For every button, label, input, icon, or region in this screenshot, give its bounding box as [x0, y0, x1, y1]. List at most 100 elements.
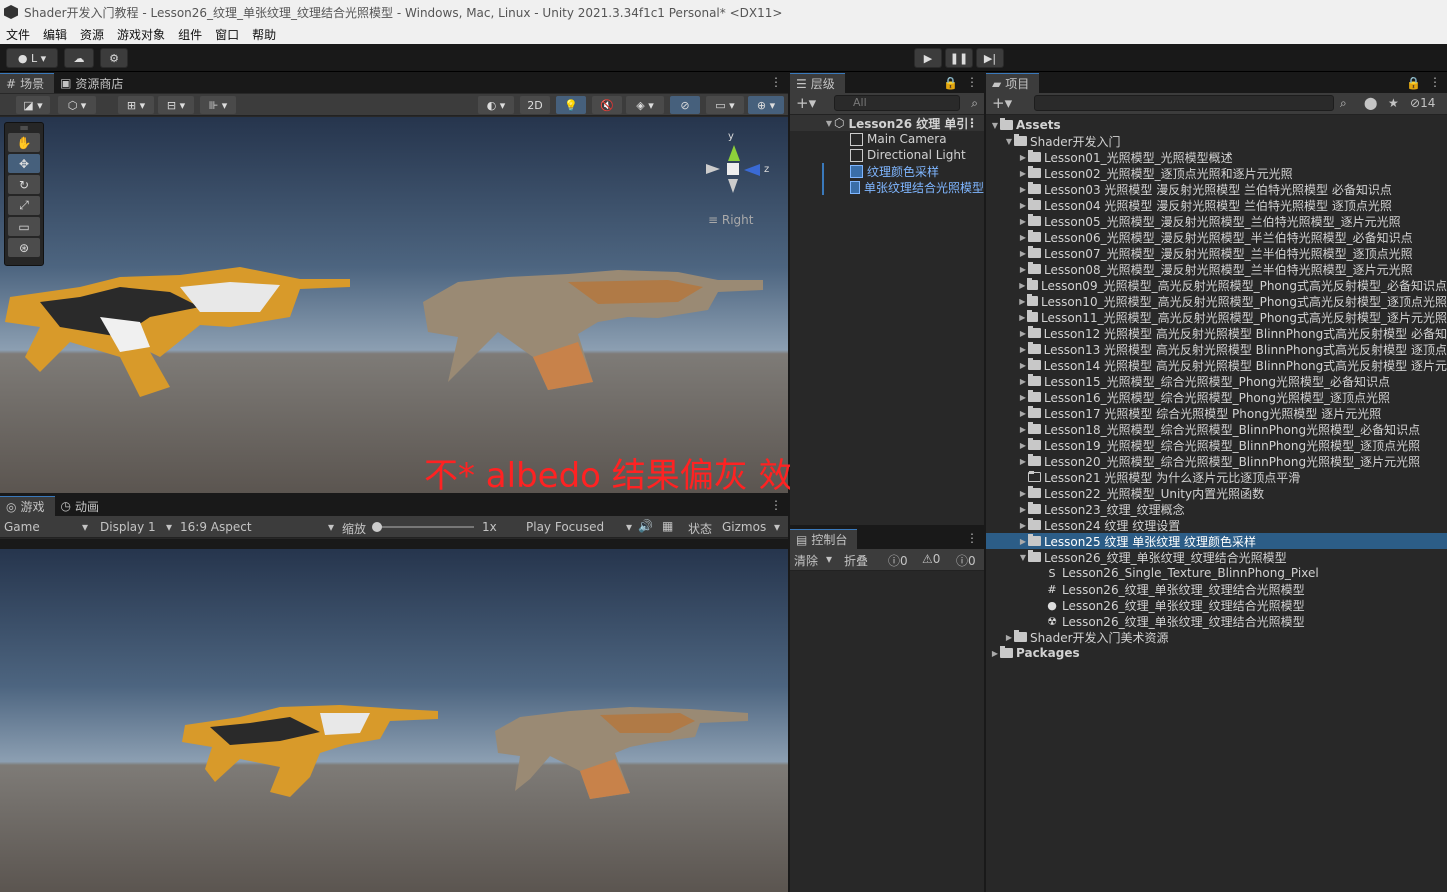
tree-lesson-row[interactable]: ▶ Lesson23_纹理_纹理概念	[986, 501, 1447, 517]
expand-arrow-icon[interactable]: ▶	[1018, 505, 1028, 514]
tree-lesson-row[interactable]: ▶ Lesson01_光照模型_光照模型概述	[986, 149, 1447, 165]
gizmos-scene-button[interactable]: ⊕ ▾	[748, 96, 784, 114]
expand-arrow-icon[interactable]: ▶	[1018, 249, 1028, 258]
game-viewport[interactable]	[0, 549, 788, 892]
scale-slider-thumb[interactable]	[372, 522, 382, 532]
create-asset-icon[interactable]: +▾	[992, 94, 1012, 112]
hierarchy-item[interactable]: 纹理颜色采样	[822, 163, 984, 179]
tab-asset-store[interactable]: ▣ 资源商店	[54, 73, 133, 93]
tree-lesson-row[interactable]: ▶ Lesson22_光照模型_Unity内置光照函数	[986, 485, 1447, 501]
tree-lesson-row[interactable]: ▶ Lesson25 纹理 单张纹理 纹理颜色采样	[986, 533, 1447, 549]
palette-handle[interactable]: ═	[8, 121, 40, 135]
render-mode-button[interactable]: ◐ ▾	[478, 96, 514, 114]
expand-arrow-icon[interactable]: ▶	[1018, 441, 1028, 450]
expand-arrow-icon[interactable]: ▶	[1018, 425, 1028, 434]
hierarchy-menu-icon[interactable]: ⋮	[966, 75, 978, 89]
scene-menu-icon[interactable]: ⋮	[966, 116, 978, 130]
tab-game[interactable]: ◎ 游戏	[0, 496, 55, 516]
tree-assets-row[interactable]: ▼ Assets	[986, 117, 1447, 133]
menu-window[interactable]: 窗口	[215, 26, 239, 43]
play-button[interactable]: ▶	[914, 48, 942, 68]
expand-arrow-icon[interactable]: ▼	[1004, 137, 1014, 146]
increment-snap-button[interactable]: ⊟ ▾	[158, 96, 194, 114]
tree-lesson-row[interactable]: ▶ Lesson13 光照模型 高光反射光照模型 BlinnPhong式高光反射模…	[986, 341, 1447, 357]
expand-arrow-icon[interactable]: ▶	[1018, 345, 1028, 354]
tree-asset-row[interactable]: ☢ Lesson26_纹理_单张纹理_纹理结合光照模型	[986, 613, 1447, 629]
audio-mute-icon[interactable]: 🔊	[638, 519, 653, 533]
search-type-icon[interactable]: ⌕	[1340, 96, 1347, 111]
expand-arrow-icon[interactable]: ▶	[1018, 361, 1028, 370]
pause-button[interactable]: ❚❚	[945, 48, 973, 68]
camera-button[interactable]: ▭ ▾	[706, 96, 744, 114]
tree-lesson-row[interactable]: ▶ Lesson09_光照模型_高光反射光照模型_Phong式高光反射模型_必备知…	[986, 277, 1447, 293]
tree-packages-row[interactable]: ▶ Packages	[986, 645, 1447, 661]
tree-lesson-row[interactable]: ▶ Lesson07_光照模型_漫反射光照模型_兰半伯特光照模型_逐顶点光照	[986, 245, 1447, 261]
console-menu-icon[interactable]: ⋮	[966, 531, 978, 545]
project-menu-icon[interactable]: ⋮	[1429, 75, 1441, 89]
neg-y-axis-cone[interactable]	[728, 179, 738, 193]
tree-lesson-row[interactable]: ▶ Lesson12 光照模型 高光反射光照模型 BlinnPhong式高光反射模…	[986, 325, 1447, 341]
scale-tool-icon[interactable]: ⤢	[8, 196, 40, 215]
create-icon[interactable]: +▾	[796, 94, 816, 112]
expand-arrow-icon[interactable]: ▶	[1018, 537, 1028, 546]
warning-toggle[interactable]: ⚠0	[922, 552, 940, 566]
expand-arrow-icon[interactable]: ▶	[1018, 313, 1027, 322]
hierarchy-scene-row[interactable]: ▼ ⬡ Lesson26 纹理 单引 ⋮	[790, 115, 984, 131]
camo-rifle-model[interactable]	[0, 257, 360, 397]
expand-arrow-icon[interactable]: ▶	[1018, 217, 1028, 226]
lock-icon[interactable]: 🔒	[1406, 76, 1421, 90]
menu-gameobject[interactable]: 游戏对象	[117, 26, 165, 43]
effects-button[interactable]: ◈ ▾	[626, 96, 664, 114]
scene-menu-icon[interactable]: ⋮	[770, 75, 782, 89]
expand-arrow-icon[interactable]: ▶	[1018, 521, 1028, 530]
gizmo-center-cube[interactable]	[727, 163, 739, 175]
tree-lesson-row[interactable]: ▼ Lesson26_纹理_单张纹理_纹理结合光照模型	[986, 549, 1447, 565]
lock-icon[interactable]: 🔒	[943, 76, 958, 90]
tree-lesson-row[interactable]: ▶ Lesson17 光照模型 综合光照模型 Phong光照模型 逐片元光照	[986, 405, 1447, 421]
clear-dropdown-icon[interactable]: ▾	[826, 552, 832, 566]
cloud-button[interactable]: ☁	[64, 48, 94, 68]
tab-project[interactable]: ▰ 项目	[986, 73, 1040, 93]
transform-tool-icon[interactable]: ⊛	[8, 238, 40, 257]
menu-file[interactable]: 文件	[6, 26, 30, 43]
rect-tool-icon[interactable]: ▭	[8, 217, 40, 236]
favorite-icon[interactable]: ★	[1388, 96, 1399, 110]
grid-snap-button[interactable]: ⊞ ▾	[118, 96, 154, 114]
menu-component[interactable]: 组件	[178, 26, 202, 43]
hierarchy-item[interactable]: Directional Light	[790, 147, 984, 163]
hand-tool-icon[interactable]: ✋	[8, 133, 40, 152]
play-focused-select[interactable]: Play Focused ▾	[522, 517, 632, 537]
tree-lesson-row[interactable]: ▶ Lesson03 光照模型 漫反射光照模型 兰伯特光照模型 必备知识点	[986, 181, 1447, 197]
collapse-button[interactable]: 折叠	[844, 552, 868, 569]
gizmo-view-label[interactable]: ≡ Right	[708, 213, 753, 227]
tree-lesson-row[interactable]: ▶ Lesson18_光照模型_综合光照模型_BlinnPhong光照模型_必备知…	[986, 421, 1447, 437]
move-tool-icon[interactable]: ✥	[8, 154, 40, 173]
expand-arrow-icon[interactable]: ▶	[1018, 265, 1028, 274]
y-axis-cone[interactable]	[728, 145, 740, 161]
hierarchy-item[interactable]: 单张纹理结合光照模型	[822, 179, 984, 195]
expand-arrow-icon[interactable]: ▶	[1018, 297, 1027, 306]
expand-arrow-icon[interactable]: ▶	[1018, 409, 1028, 418]
audio-toggle[interactable]: 🔇	[592, 96, 622, 114]
tree-lesson-row[interactable]: ▶ Lesson16_光照模型_综合光照模型_Phong光照模型_逐顶点光照	[986, 389, 1447, 405]
shading-button[interactable]: ⬡ ▾	[58, 96, 96, 114]
menu-assets[interactable]: 资源	[80, 26, 104, 43]
expand-arrow-icon[interactable]: ▶	[1018, 169, 1028, 178]
expand-arrow-icon[interactable]: ▶	[990, 649, 1000, 658]
tree-lesson-row[interactable]: ▶ Lesson02_光照模型_逐顶点光照和逐片元光照	[986, 165, 1447, 181]
expand-arrow-icon[interactable]: ▼	[824, 119, 834, 128]
z-axis-cone[interactable]	[744, 164, 760, 176]
expand-arrow-icon[interactable]: ▶	[1004, 633, 1014, 642]
tree-folder-row[interactable]: ▼ Shader开发入门	[986, 133, 1447, 149]
display-mode-select[interactable]: Game ▾	[4, 517, 88, 537]
expand-arrow-icon[interactable]: ▶	[1018, 393, 1028, 402]
tree-lesson-row[interactable]: ▶ Lesson20_光照模型_综合光照模型_BlinnPhong光照模型_逐片元…	[986, 453, 1447, 469]
tab-scene[interactable]: # 场景	[0, 73, 55, 93]
log-toggle[interactable]: ⓘ0	[888, 552, 908, 569]
hierarchy-item[interactable]: Main Camera	[790, 131, 984, 147]
menu-edit[interactable]: 编辑	[43, 26, 67, 43]
tab-hierarchy[interactable]: ☰ 层级	[790, 73, 845, 93]
scale-slider[interactable]	[372, 522, 474, 532]
hidden-packages-toggle[interactable]: ⊘14	[1410, 96, 1435, 110]
tree-lesson-row[interactable]: ▶ Lesson06_光照模型_漫反射光照模型_半兰伯特光照模型_必备知识点	[986, 229, 1447, 245]
